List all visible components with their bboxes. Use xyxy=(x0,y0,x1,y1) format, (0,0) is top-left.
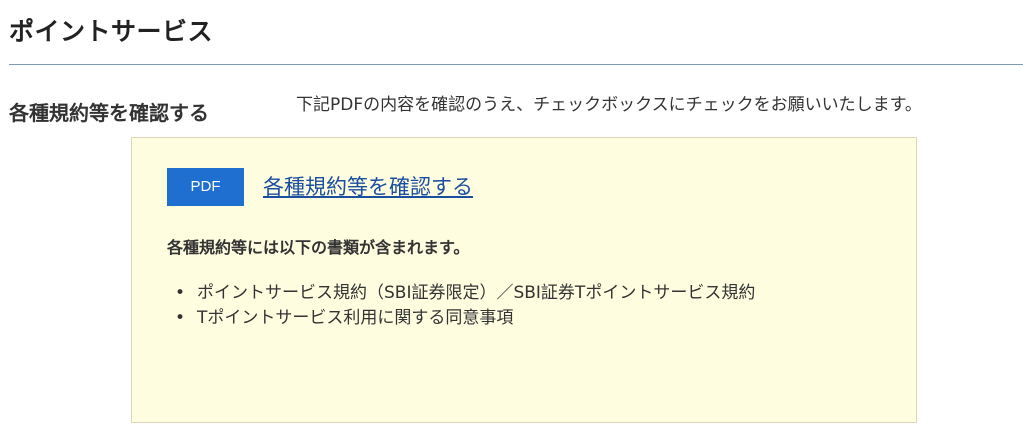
terms-pdf-link[interactable]: 各種規約等を確認する xyxy=(263,171,473,201)
list-item: • Tポイントサービス利用に関する同意事項 xyxy=(167,306,867,331)
terms-row-label: 各種規約等を確認する xyxy=(9,101,209,125)
included-documents-list: • ポイントサービス規約（SBI証券限定）／SBI証券Tポイントサービス規約 •… xyxy=(167,281,867,331)
list-item-text: Tポイントサービス利用に関する同意事項 xyxy=(197,308,514,328)
bullet-icon: • xyxy=(175,283,186,303)
point-service-page: ポイントサービス 各種規約等を確認する 下記PDFの内容を確認のうえ、チェックボ… xyxy=(0,0,1023,445)
list-item-text: ポイントサービス規約（SBI証券限定）／SBI証券Tポイントサービス規約 xyxy=(197,283,756,303)
list-item: • ポイントサービス規約（SBI証券限定）／SBI証券Tポイントサービス規約 xyxy=(167,281,867,306)
section-title: ポイントサービス xyxy=(9,17,214,46)
pdf-badge: PDF xyxy=(167,168,244,206)
terms-instruction: 下記PDFの内容を確認のうえ、チェックボックスにチェックをお願いいたします。 xyxy=(296,95,922,115)
bullet-icon: • xyxy=(175,308,186,328)
section-divider xyxy=(9,64,1023,65)
includes-title: 各種規約等には以下の書類が含まれます。 xyxy=(167,238,470,257)
documents-box: PDF 各種規約等を確認する 各種規約等には以下の書類が含まれます。 • ポイン… xyxy=(131,137,917,423)
